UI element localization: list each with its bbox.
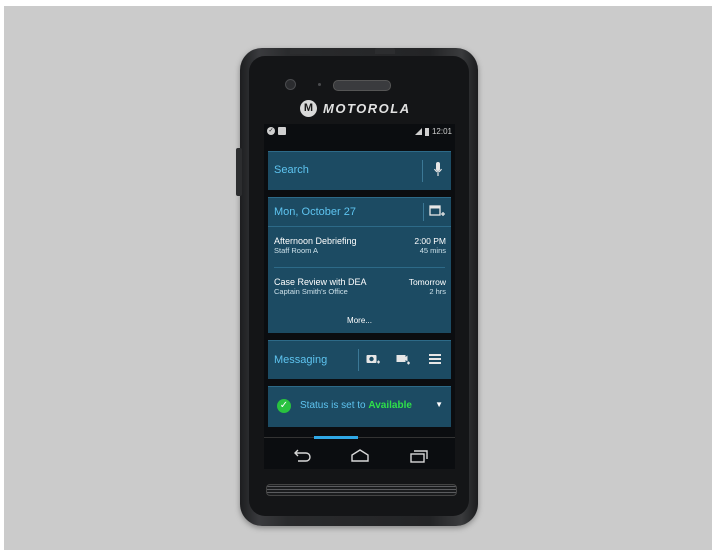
messaging-widget: Messaging xyxy=(268,340,451,379)
page-indicator-active xyxy=(314,436,358,439)
phone-screen: ✓ 12:01 Search Mon, October 27 Afternoon xyxy=(264,124,455,469)
home-icon[interactable] xyxy=(348,448,372,464)
side-button xyxy=(236,148,242,196)
motorola-logo-icon: M xyxy=(300,99,317,117)
event-time: 2:00 PM xyxy=(414,236,446,246)
status-bar: ✓ 12:01 xyxy=(264,124,455,140)
brand-name: MOTOROLA xyxy=(323,100,411,116)
dropdown-arrow-icon[interactable]: ▼ xyxy=(435,400,443,409)
status-text: Status is set to Available xyxy=(300,400,412,411)
signal-icon xyxy=(414,128,422,135)
navigation-bar xyxy=(264,444,455,469)
status-widget[interactable]: ✓ Status is set to Available ▼ xyxy=(268,386,451,427)
event-title: Case Review with DEA xyxy=(274,277,367,287)
divider xyxy=(268,226,451,227)
page-indicator xyxy=(264,436,455,439)
event-duration: 45 mins xyxy=(419,246,446,255)
calendar-date: Mon, October 27 xyxy=(274,206,356,218)
divider xyxy=(358,349,359,371)
top-button-right xyxy=(375,48,395,54)
video-message-icon[interactable] xyxy=(396,353,410,365)
divider xyxy=(422,160,423,182)
event-time: Tomorrow xyxy=(408,277,446,287)
available-check-icon: ✓ xyxy=(277,399,291,413)
front-camera-icon xyxy=(285,79,296,90)
microphone-icon[interactable] xyxy=(433,161,443,179)
event-duration: 2 hrs xyxy=(429,287,446,296)
calendar-widget: Mon, October 27 Afternoon Debriefing Sta… xyxy=(268,197,451,333)
clock: 12:01 xyxy=(431,127,452,136)
top-button-left xyxy=(290,48,310,54)
battery-icon xyxy=(424,127,429,136)
recent-apps-icon[interactable] xyxy=(406,448,430,464)
messaging-label[interactable]: Messaging xyxy=(274,354,327,366)
search-widget[interactable]: Search xyxy=(268,151,451,190)
status-value: Available xyxy=(368,400,412,411)
menu-icon[interactable] xyxy=(428,353,442,365)
add-event-icon[interactable] xyxy=(429,204,445,218)
app-notification-icon xyxy=(278,127,286,135)
divider xyxy=(274,267,445,268)
back-icon[interactable] xyxy=(290,448,314,464)
earpiece-speaker xyxy=(333,80,391,91)
page-indicator-track xyxy=(264,437,455,438)
event-location: Captain Smith's Office xyxy=(274,287,348,296)
event-title: Afternoon Debriefing xyxy=(274,236,357,246)
brand-logo: M MOTOROLA xyxy=(300,99,411,117)
camera-message-icon[interactable] xyxy=(366,353,380,365)
check-notification-icon: ✓ xyxy=(267,127,275,135)
more-events-link[interactable]: More... xyxy=(268,316,451,325)
event-location: Staff Room A xyxy=(274,246,319,255)
divider xyxy=(423,203,424,221)
status-prefix: Status is set to xyxy=(300,400,369,411)
search-label[interactable]: Search xyxy=(274,164,309,176)
bottom-speaker-grille xyxy=(266,484,457,496)
proximity-sensor xyxy=(318,83,321,86)
